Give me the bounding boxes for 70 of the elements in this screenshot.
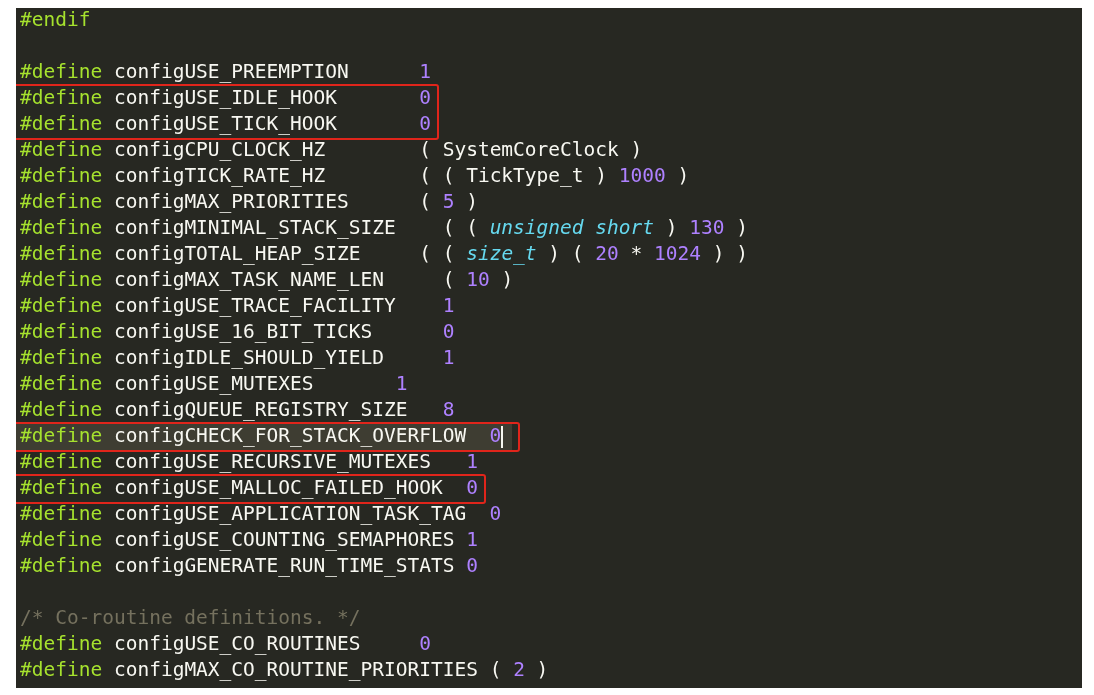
macro-name: configUSE_MUTEXES xyxy=(113,372,314,395)
preprocessor-directive: #define xyxy=(20,502,103,525)
preprocessor-directive: #define xyxy=(20,398,103,421)
preprocessor-directive: #define xyxy=(20,476,103,499)
macro-value: 0 xyxy=(418,86,431,109)
macro-name: configUSE_MALLOC_FAILED_HOOK xyxy=(113,476,443,499)
macro-name: configUSE_PREEMPTION xyxy=(113,60,349,83)
macro-name: configMAX_PRIORITIES xyxy=(113,190,349,213)
preprocessor-directive: #define xyxy=(20,554,103,577)
preprocessor-directive: #define xyxy=(20,632,103,655)
macro-name: configMAX_CO_ROUTINE_PRIORITIES xyxy=(113,658,478,681)
macro-name: configGENERATE_RUN_TIME_STATS xyxy=(113,554,455,577)
macro-value: 1 xyxy=(418,60,431,83)
preprocessor-directive: #define xyxy=(20,424,103,447)
macro-name: configUSE_APPLICATION_TASK_TAG xyxy=(113,502,467,525)
macro-value: 1 xyxy=(394,372,408,395)
macro-value: ( 5 ) xyxy=(418,190,478,213)
preprocessor-directive: #define xyxy=(20,190,103,213)
macro-value: 1 xyxy=(465,528,478,551)
macro-name: configMINIMAL_STACK_SIZE xyxy=(113,216,396,239)
preprocessor-directive: #define xyxy=(20,372,103,395)
macro-name: configTICK_RATE_HZ xyxy=(113,164,326,187)
macro-value: 0 xyxy=(465,476,478,499)
macro-value: ( 10 ) xyxy=(441,268,514,291)
macro-value: 0 xyxy=(418,112,431,135)
macro-value: 1 xyxy=(441,294,455,317)
macro-value: 0 xyxy=(488,502,502,525)
preprocessor-directive: #define xyxy=(20,242,103,265)
macro-name: configQUEUE_REGISTRY_SIZE xyxy=(113,398,408,421)
macro-name: configCPU_CLOCK_HZ xyxy=(113,138,326,161)
macro-name: configUSE_RECURSIVE_MUTEXES xyxy=(113,450,431,473)
macro-value: 0 xyxy=(441,320,455,343)
preprocessor-directive: #define xyxy=(20,112,103,135)
preprocessor-directive: #define xyxy=(20,346,103,369)
macro-name: configUSE_TRACE_FACILITY xyxy=(113,294,396,317)
macro-name: configUSE_COUNTING_SEMAPHORES xyxy=(113,528,455,551)
preprocessor-directive: #define xyxy=(20,268,103,291)
code-comment: /* Co-routine definitions. */ xyxy=(20,606,361,629)
preprocessor-directive: #define xyxy=(20,294,103,317)
macro-value: 0 xyxy=(418,632,431,655)
preprocessor-directive: #define xyxy=(20,138,103,161)
macro-name: configMAX_TASK_NAME_LEN xyxy=(113,268,384,291)
macro-value: ( ( size_t ) ( 20 * 1024 ) ) xyxy=(418,242,748,265)
macro-value: ( 2 ) xyxy=(488,658,549,681)
preprocessor-directive: #define xyxy=(20,86,103,109)
code-editor[interactable] xyxy=(16,8,1082,688)
preprocessor-directive: #endif xyxy=(20,8,91,31)
macro-value: 1 xyxy=(465,450,478,473)
macro-name: configTOTAL_HEAP_SIZE xyxy=(113,242,361,265)
macro-value: ( ( TickType_t ) 1000 ) xyxy=(418,164,690,187)
macro-name: configCHECK_FOR_STACK_OVERFLOW xyxy=(113,424,467,447)
macro-name: configUSE_IDLE_HOOK xyxy=(113,86,337,109)
preprocessor-directive: #define xyxy=(20,450,103,473)
macro-value: ( SystemCoreClock ) xyxy=(418,138,643,161)
macro-name: configUSE_16_BIT_TICKS xyxy=(113,320,373,343)
macro-value: 8 xyxy=(441,398,455,421)
macro-value: ( ( unsigned short ) 130 ) xyxy=(441,216,748,239)
preprocessor-directive: #define xyxy=(20,658,103,681)
macro-value: 0 xyxy=(488,424,502,447)
preprocessor-directive: #define xyxy=(20,528,103,551)
preprocessor-directive: #define xyxy=(20,164,103,187)
macro-name: configUSE_TICK_HOOK xyxy=(113,112,337,135)
macro-name: configIDLE_SHOULD_YIELD xyxy=(113,346,384,369)
preprocessor-directive: #define xyxy=(20,60,103,83)
macro-value: 0 xyxy=(465,554,478,577)
text-cursor xyxy=(501,425,504,448)
macro-value: 1 xyxy=(441,346,455,369)
macro-name: configUSE_CO_ROUTINES xyxy=(113,632,361,655)
preprocessor-directive: #define xyxy=(20,216,103,239)
preprocessor-directive: #define xyxy=(20,320,103,343)
